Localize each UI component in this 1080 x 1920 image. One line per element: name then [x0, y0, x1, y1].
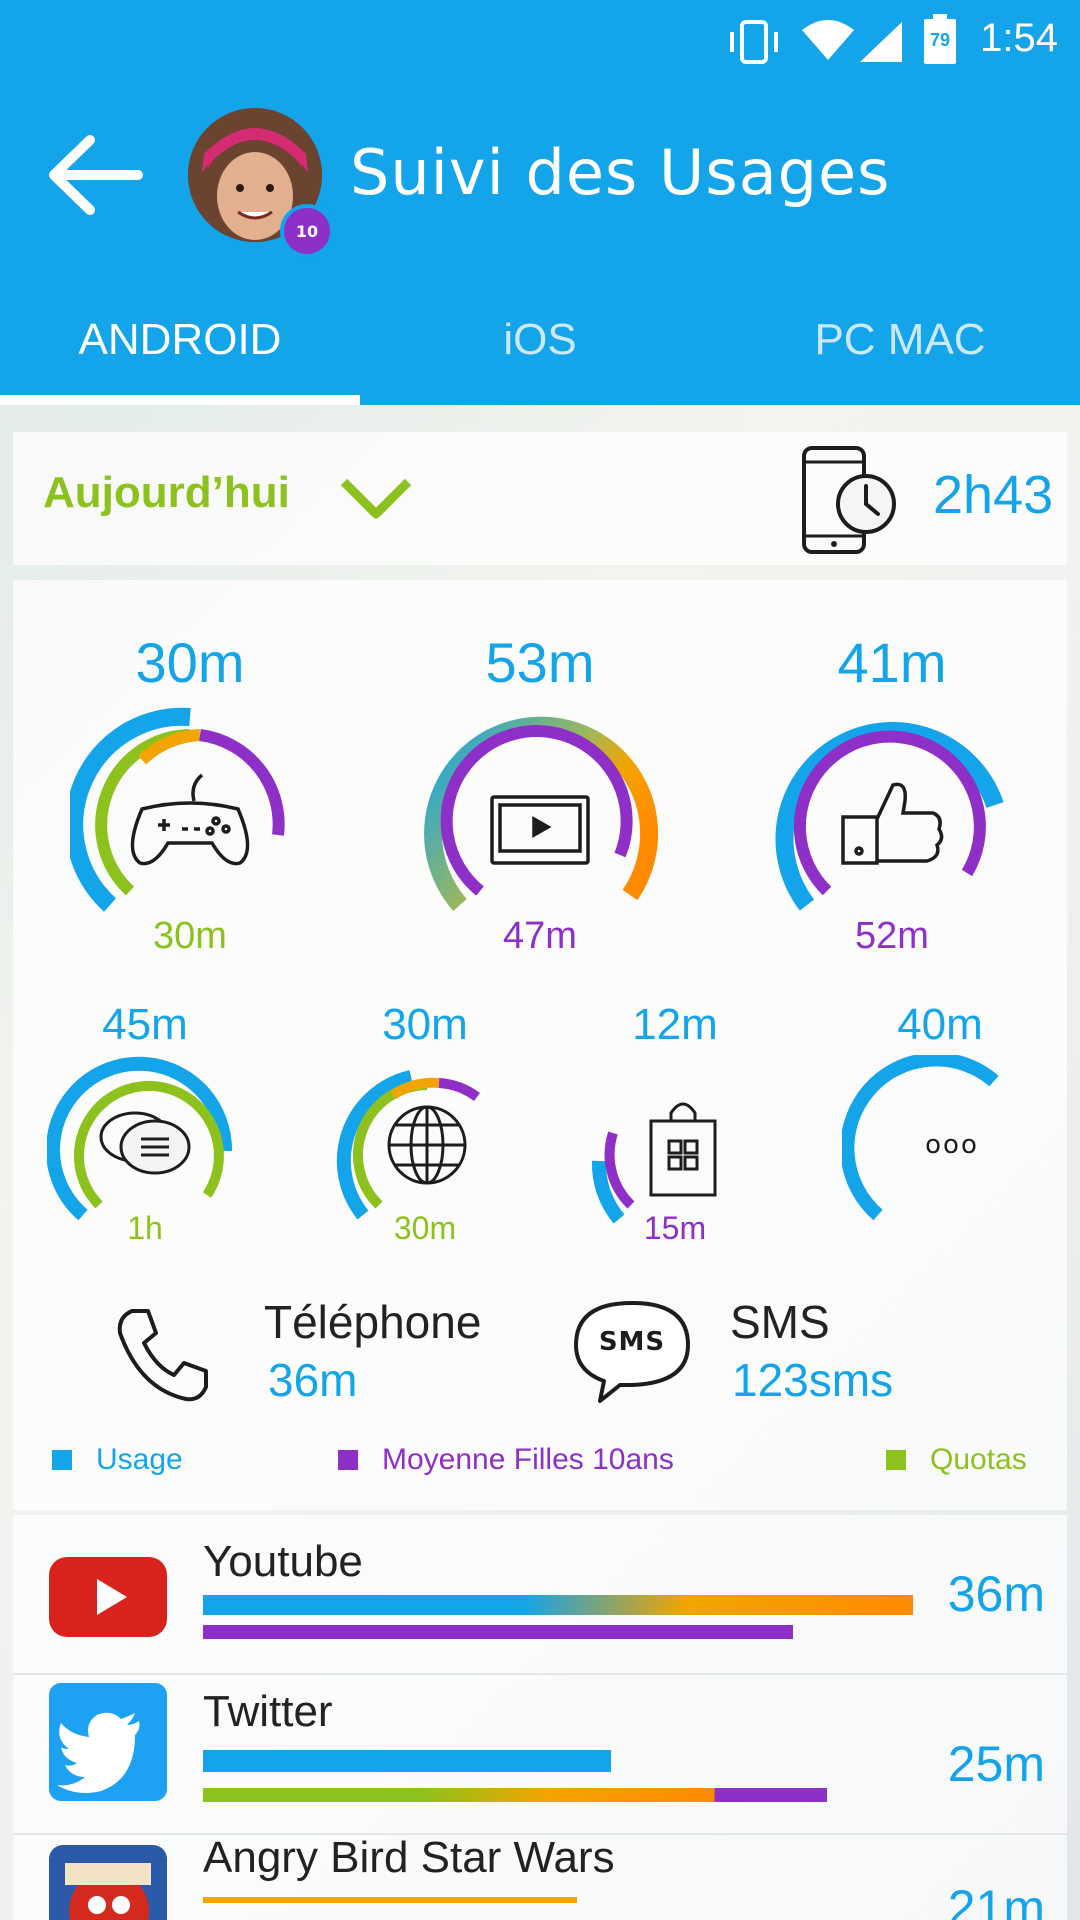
legend-usage: Usage [52, 1440, 183, 1480]
legend-label: Quotas [930, 1443, 1027, 1476]
age-badge: 10 [280, 204, 334, 258]
gauge-reference-value: 30m [153, 915, 227, 957]
gauge-usage-value: 30m [382, 1000, 468, 1049]
screen-time-icon [802, 446, 896, 554]
gauge-web[interactable]: 30m 30m [315, 1000, 535, 1250]
tab-ios[interactable]: iOS [360, 280, 720, 400]
gauge-reference-value: 47m [503, 915, 577, 957]
app-usage-value: 36m [947, 1566, 1045, 1622]
legend-swatch [886, 1450, 906, 1470]
app-name: Angry Bird Star Wars [203, 1833, 615, 1882]
list-item[interactable]: Angry Bird Star Wars 21m [13, 1833, 1067, 1920]
list-item[interactable]: Twitter 25m [13, 1675, 1067, 1835]
app-usage-value: 21m [947, 1880, 1045, 1920]
thumbs-up-icon [841, 782, 944, 865]
gamepad-icon [130, 773, 250, 866]
gauge-video[interactable]: 53m 47m [400, 630, 680, 960]
platform-tabs: ANDROID iOS PC MAC [0, 280, 1080, 405]
legend-label: Moyenne Filles 10ans [382, 1443, 674, 1476]
active-tab-indicator [0, 395, 360, 405]
gauge-social-rings [775, 722, 1004, 911]
chevron-down-icon[interactable] [338, 474, 414, 522]
sms-usage[interactable]: SMS SMS 123sms [570, 1295, 1050, 1415]
video-icon [490, 795, 590, 865]
legend-swatch [338, 1450, 358, 1470]
gauge-reference-value: 1h [127, 1210, 163, 1246]
status-bar: 79 1:54 [0, 0, 1080, 85]
gauge-usage-value: 12m [632, 1000, 718, 1049]
usage-bar [203, 1595, 913, 1615]
gauge-social[interactable]: 41m 52m [752, 630, 1032, 960]
app-usage-value: 25m [947, 1736, 1045, 1792]
gauge-usage-value: 40m [897, 1000, 983, 1049]
chat-icon [99, 1111, 191, 1175]
app-name: Twitter [203, 1687, 333, 1736]
wifi-icon [802, 20, 854, 60]
legend-swatch [52, 1450, 72, 1470]
tab-android[interactable]: ANDROID [0, 280, 360, 400]
period-selector-label[interactable]: Aujourd’hui [43, 468, 290, 518]
phone-icon [117, 1309, 208, 1402]
back-arrow-icon [49, 135, 143, 215]
gauge-reference-value: 30m [393, 1210, 457, 1246]
gauge-messaging[interactable]: 45m 1h [35, 1000, 255, 1250]
clock: 1:54 [980, 16, 1058, 60]
tab-pc-mac[interactable]: PC MAC [720, 280, 1080, 400]
sms-icon-text: SMS [598, 1327, 666, 1357]
usage-bar [203, 1897, 577, 1903]
legend-quotas: Quotas [886, 1440, 1027, 1480]
battery-level: 79 [929, 30, 951, 50]
average-bar [203, 1625, 793, 1639]
gauge-usage-value: 53m [485, 631, 595, 694]
twitter-icon [49, 1683, 167, 1801]
gauge-usage-value: 30m [135, 631, 245, 694]
gauge-reference-value: 15m [643, 1210, 707, 1246]
phone-label: Téléphone [264, 1296, 482, 1348]
phone-usage[interactable]: Téléphone 36m [110, 1295, 530, 1415]
gauge-web-rings [336, 1070, 481, 1220]
vibrate-icon [730, 20, 778, 64]
gauge-shopping[interactable]: 12m 15m [565, 1000, 785, 1250]
back-button[interactable] [40, 120, 150, 230]
total-usage-value: 2h43 [933, 465, 1054, 525]
gauge-shopping-rings [591, 1102, 717, 1224]
angry-birds-icon [49, 1845, 167, 1920]
more-icon: ooo [925, 1130, 979, 1160]
usage-bar [203, 1750, 611, 1772]
legend-label: Usage [96, 1443, 183, 1476]
signal-icon [860, 22, 902, 62]
period-card: Aujourd’hui 2h43 [13, 432, 1067, 565]
gauge-usage-value: 45m [102, 1000, 188, 1049]
apps-list: Youtube 36m Twitter 25m Angry Bird Star … [13, 1515, 1067, 1920]
gauge-games[interactable]: 30m 30m [50, 630, 330, 960]
gauge-other[interactable]: 40m ooo [830, 1000, 1050, 1250]
app-name: Youtube [203, 1537, 363, 1586]
legend-average: Moyenne Filles 10ans [338, 1440, 674, 1480]
youtube-icon [49, 1557, 167, 1637]
sms-label: SMS [730, 1296, 830, 1348]
sms-value: 123sms [732, 1354, 894, 1406]
list-item[interactable]: Youtube 36m [13, 1515, 1067, 1675]
globe-icon [387, 1105, 467, 1185]
gauge-usage-value: 41m [837, 631, 947, 694]
shopping-bag-icon [649, 1102, 717, 1197]
gauge-games-rings [70, 707, 285, 912]
phone-value: 36m [268, 1354, 358, 1406]
quota-bar [203, 1788, 827, 1802]
gauge-reference-value: 52m [855, 915, 929, 957]
gauge-video-rings [424, 716, 659, 911]
gauge-messaging-rings [47, 1056, 233, 1221]
page-title: Suivi des Usages [350, 136, 891, 209]
